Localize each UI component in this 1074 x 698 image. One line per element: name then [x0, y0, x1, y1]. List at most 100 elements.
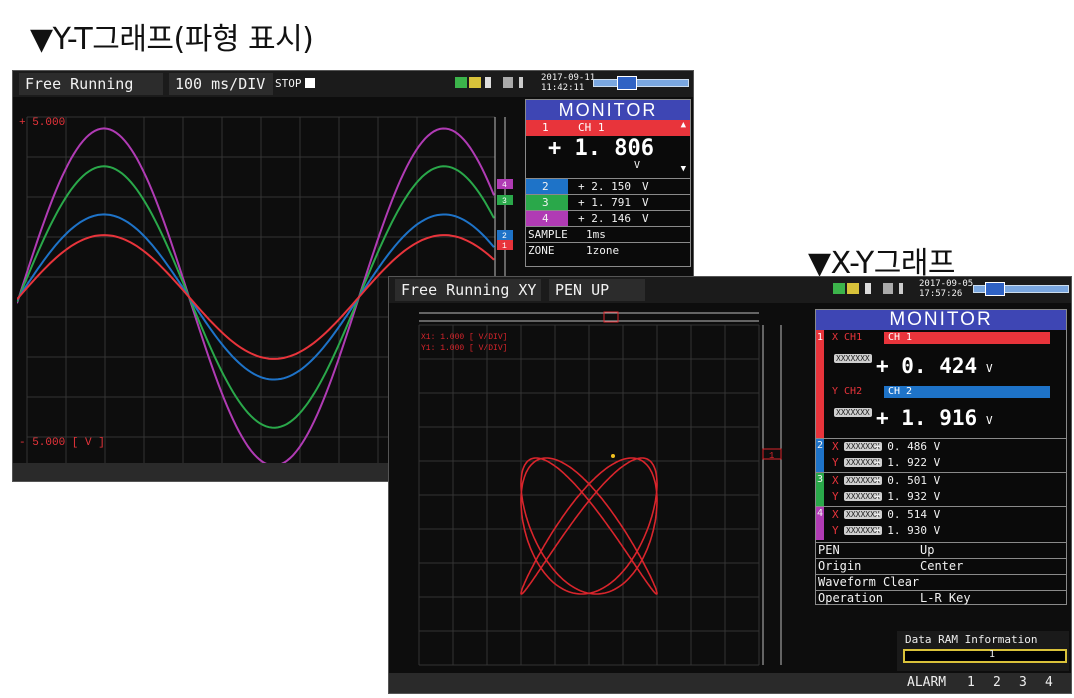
yt-stop-checkbox[interactable]	[305, 78, 315, 88]
memory-icon	[469, 77, 481, 88]
network-icon	[503, 77, 513, 88]
xy-time: 17:57:26	[919, 289, 963, 299]
xy-ch1-swatch	[816, 330, 824, 438]
xy-ch1-x-value: + 0. 424	[876, 354, 978, 378]
xy-monitor-pair-ch4[interactable]: 4 X XXXXXXX + 0. 514 V Y XXXXXXX + 1. 930 V	[816, 506, 1066, 540]
xy-ch1-y-badge: XXXXXXX	[834, 408, 872, 417]
yt-ch1-unit: V	[634, 160, 641, 171]
data-ram-panel: Data RAM Information 1	[897, 631, 1069, 671]
usb-icon	[865, 283, 871, 294]
yt-zone-value: 1zone	[586, 244, 620, 257]
data-ram-title: Data RAM Information	[905, 633, 1038, 646]
xy-setting-label: Waveform Clear	[818, 575, 920, 589]
yt-lower-scale-label: - 5.000 [ V ]	[19, 437, 105, 449]
xy-pen-point	[611, 454, 615, 458]
xy-grid	[418, 324, 760, 666]
xy-ch1-x-name: CH 1	[888, 332, 913, 343]
xy-y-ruler	[762, 325, 782, 665]
xy-ch1-y-unit: V	[986, 414, 993, 427]
yt-marker-ch4[interactable]: 4	[497, 179, 513, 190]
network-icon	[883, 283, 893, 294]
xy-setting-value: Up	[920, 543, 935, 557]
yt-marker-ch2[interactable]: 2	[497, 230, 513, 241]
xy-ch1-y-name: CH 2	[888, 386, 913, 397]
battery-icon	[833, 283, 845, 294]
yt-sample-row[interactable]: SAMPLE 1ms	[526, 226, 690, 242]
yt-row-unit: V	[642, 212, 649, 225]
xy-y-cursor-label: 1	[769, 451, 774, 461]
data-ram-value: 1	[989, 649, 996, 660]
yt-stop-label: STOP	[275, 77, 302, 90]
yt-zone-row[interactable]: ZONE 1zone	[526, 242, 690, 258]
usb-icon	[485, 77, 491, 88]
yt-row-number: 3	[542, 196, 549, 209]
yt-timebase-tab[interactable]: 100 ms/DIV	[169, 73, 273, 95]
xy-pair-x-value: + 0. 501 V	[874, 474, 941, 487]
yt-marker-ch3[interactable]: 3	[497, 195, 513, 206]
yt-memory-meter	[593, 79, 689, 87]
yt-top-bar: Free Running 100 ms/DIV STOP 2017-09-11 …	[13, 71, 693, 97]
xy-ch1-number: 1	[817, 332, 824, 343]
yt-monitor-row-ch2[interactable]: 2 + 2. 150 V	[526, 178, 690, 194]
xy-ch1-x-badge: XXXXXXX	[834, 354, 872, 363]
yt-caption: ▼Y-T그래프(파형 표시)	[30, 22, 314, 57]
xy-setting-label: Origin	[818, 559, 862, 573]
xy-ch1-block[interactable]: 1 X CH1 CH 1 XXXXXXX + 0. 424 V Y CH2 CH…	[816, 330, 1066, 438]
xy-pair-x-letter: X	[832, 440, 839, 453]
xy-setting-row[interactable]: Operation L-R Key	[816, 590, 1066, 606]
xy-setting-label: PEN	[818, 543, 840, 557]
yt-row-number: 2	[542, 180, 549, 193]
xy-pair-y-letter: Y	[832, 524, 839, 537]
yt-memory-meter-knob	[617, 76, 637, 90]
xy-pair-x-letter: X	[832, 474, 839, 487]
yt-row-value: + 1. 791	[578, 196, 631, 209]
yt-marker-ch1[interactable]: 1	[497, 240, 513, 251]
xy-setting-value: L-R Key	[920, 591, 971, 605]
yt-ch1-name: CH 1	[578, 121, 605, 134]
yt-row-unit: V	[642, 196, 649, 209]
alarm-channel-3: 3	[1019, 675, 1027, 690]
yt-ch1-number: 1	[542, 121, 549, 134]
yt-upper-scale-label: + 5.000	[19, 117, 65, 129]
xy-date: 2017-09-05	[919, 279, 974, 289]
yt-monitor-row-ch3[interactable]: 3 + 1. 791 V	[526, 194, 690, 210]
scroll-down-icon[interactable]: ▼	[681, 164, 686, 174]
xy-pair-number: 4	[817, 508, 824, 519]
xy-setting-label: Operation	[818, 591, 884, 605]
xy-setting-row[interactable]: Origin Center	[816, 558, 1066, 574]
battery-icon	[455, 77, 467, 88]
thermometer-icon	[899, 283, 903, 294]
xy-screen: Free Running XY PEN UP 2017-09-05 17:57:…	[388, 276, 1072, 694]
xy-pair-y-letter: Y	[832, 456, 839, 469]
xy-pen-tab[interactable]: PEN UP	[549, 279, 645, 301]
xy-x-ruler	[419, 312, 759, 322]
xy-scale-y-label: Y1: 1.000 [ V/DIV]	[421, 344, 507, 353]
xy-setting-row[interactable]: Waveform Clear	[816, 574, 1066, 590]
yt-time: 11:42:11	[541, 83, 585, 93]
memory-icon	[847, 283, 859, 294]
scroll-up-icon[interactable]: ▲	[681, 120, 686, 130]
yt-sample-label: SAMPLE	[528, 228, 568, 241]
xy-pair-x-value: + 0. 486 V	[874, 440, 941, 453]
xy-monitor-pair-ch2[interactable]: 2 X XXXXXXX + 0. 486 V Y XXXXXXX + 1. 922 V	[816, 438, 1066, 472]
xy-monitor-title: MONITOR	[816, 310, 1066, 330]
xy-pair-y-value: + 1. 932 V	[874, 490, 941, 503]
xy-setting-value: Center	[920, 559, 964, 573]
xy-pair-x-value: + 0. 514 V	[874, 508, 941, 521]
xy-setting-row[interactable]: PEN Up	[816, 542, 1066, 558]
yt-zone-label: ZONE	[528, 244, 555, 257]
yt-sample-value: 1ms	[586, 228, 606, 241]
alarm-channel-4: 4	[1045, 675, 1053, 690]
yt-ch1-header[interactable]: 1 CH 1 ▲	[526, 120, 690, 136]
yt-mode-tab[interactable]: Free Running	[19, 73, 163, 95]
yt-monitor-row-ch4[interactable]: 4 + 2. 146 V	[526, 210, 690, 226]
xy-ch1-x-unit: V	[986, 362, 993, 375]
xy-scale-x-label: X1: 1.000 [ V/DIV]	[421, 333, 507, 342]
xy-memory-meter-knob	[985, 282, 1005, 296]
xy-monitor-pair-ch3[interactable]: 3 X XXXXXXX + 0. 501 V Y XXXXXXX + 1. 932 V	[816, 472, 1066, 506]
xy-mode-tab[interactable]: Free Running XY	[395, 279, 541, 301]
yt-marker-label: 2	[502, 232, 507, 241]
xy-top-bar: Free Running XY PEN UP 2017-09-05 17:57:…	[389, 277, 1071, 303]
thermometer-icon	[519, 77, 523, 88]
yt-row-unit: V	[642, 180, 649, 193]
